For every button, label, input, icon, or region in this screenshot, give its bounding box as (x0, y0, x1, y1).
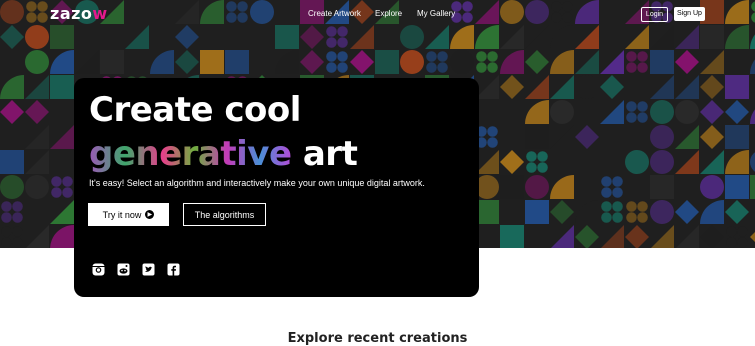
logo[interactable]: zazow (50, 4, 108, 23)
logo-accent: w (92, 4, 108, 23)
hero-tagline: It's easy! Select an algorithm and inter… (89, 178, 425, 188)
hero-title-line1: Create cool (89, 90, 301, 130)
try-it-now-button[interactable]: Try it now ▶ (88, 203, 169, 226)
hero-title: Create cool generative art (89, 88, 358, 176)
instagram-icon[interactable] (92, 263, 105, 276)
nav-link-my-gallery[interactable]: My Gallery (417, 9, 455, 18)
nav-link-explore[interactable]: Explore (375, 9, 402, 18)
reddit-icon[interactable] (117, 263, 130, 276)
logo-text: zazo (50, 4, 93, 23)
top-navbar: zazow Create Artwork Explore My Gallery … (0, 0, 755, 28)
nav-link-create-artwork[interactable]: Create Artwork (308, 9, 361, 18)
twitter-icon[interactable] (142, 263, 155, 276)
explore-recent-creations-heading: Explore recent creations (287, 331, 468, 346)
signup-button[interactable]: Sign Up (674, 7, 705, 21)
hero-card: Create cool generative art It's easy! Se… (74, 78, 479, 297)
the-algorithms-button[interactable]: The algorithms (183, 203, 266, 226)
try-it-now-label: Try it now (102, 209, 142, 220)
facebook-icon[interactable] (167, 263, 180, 276)
login-button[interactable]: Login (641, 7, 668, 22)
arrow-circle-right-icon: ▶ (145, 210, 155, 219)
hero-title-highlight: generative (89, 134, 292, 174)
hero-title-rest: art (291, 134, 358, 174)
